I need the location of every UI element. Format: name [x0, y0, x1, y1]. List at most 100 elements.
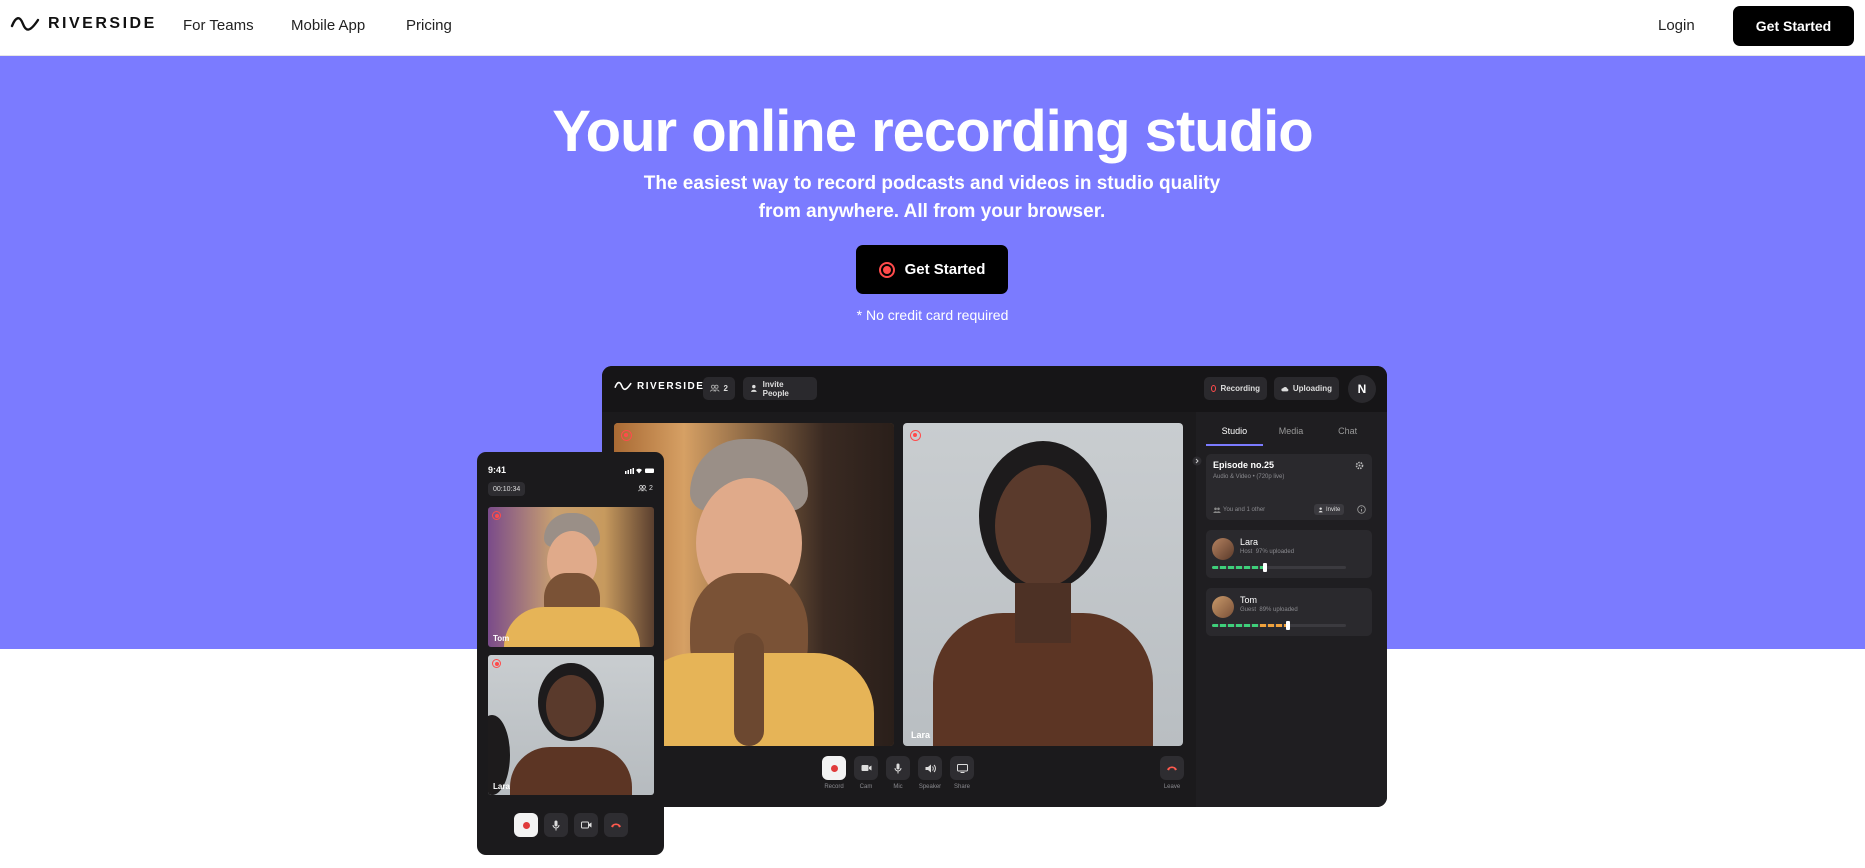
tab-studio[interactable]: Studio [1206, 426, 1263, 446]
uploading-status-chip: Uploading [1274, 377, 1339, 400]
phone-camera-button[interactable] [574, 813, 598, 837]
tile-recording-icon [621, 430, 632, 441]
participant-status: Host 97% uploaded [1240, 549, 1294, 555]
video-tile-lara: Lara [903, 423, 1183, 746]
invite-people-label: Invite People [762, 379, 789, 398]
braid-shape [734, 633, 764, 746]
people-icon [1213, 507, 1221, 513]
participant-card-tom: Tom Guest 89% uploaded [1206, 588, 1372, 636]
app-top-bar: RIVERSIDE 2 Invite People Recording Uplo… [602, 366, 1387, 412]
speaker-icon [925, 764, 936, 772]
gear-icon[interactable] [1355, 461, 1364, 470]
microphone-icon [894, 763, 902, 773]
brand-logo[interactable]: RIVERSIDE [10, 14, 157, 34]
participant-role: Guest [1240, 607, 1257, 613]
tab-media[interactable]: Media [1263, 426, 1320, 446]
page: RIVERSIDE For Teams Mobile App Pricing L… [0, 0, 1865, 868]
tab-chat[interactable]: Chat [1319, 426, 1376, 446]
camera-icon [580, 821, 591, 829]
nav-get-started-button[interactable]: Get Started [1733, 6, 1854, 46]
studio-sidebar: Studio Media Chat Episode no.25 Audio & … [1192, 412, 1387, 807]
record-dot-icon [878, 261, 895, 278]
microphone-icon [552, 820, 560, 830]
nav-link-for-teams[interactable]: For Teams [183, 17, 254, 34]
record-icon [522, 821, 530, 829]
participants-text: You and 1 other [1223, 507, 1266, 513]
shirt-shape [504, 607, 640, 647]
info-icon[interactable] [1357, 505, 1366, 514]
phone-participants[interactable]: 2 [638, 485, 653, 492]
studio-app-preview: RIVERSIDE 2 Invite People Recording Uplo… [602, 366, 1387, 807]
phone-video-tile-tom: Tom [488, 507, 654, 647]
riverside-wave-icon [614, 381, 632, 391]
participants-chip[interactable]: 2 [703, 377, 735, 400]
cloud-upload-icon [1281, 386, 1289, 391]
share-button[interactable] [950, 756, 974, 780]
participant-card-lara: Lara Host 97% uploaded [1206, 530, 1372, 578]
volume-slider-handle[interactable] [1286, 621, 1290, 630]
top-nav: RIVERSIDE For Teams Mobile App Pricing L… [0, 0, 1865, 56]
audio-level-meter [1212, 624, 1346, 627]
phone-tile-name-lara: Lara [493, 782, 510, 791]
phone-record-button[interactable] [514, 813, 538, 837]
uploading-label: Uploading [1292, 384, 1332, 393]
face-shape [995, 465, 1091, 587]
nav-link-pricing[interactable]: Pricing [406, 17, 452, 34]
sidebar-tabs: Studio Media Chat [1206, 426, 1376, 446]
screen-share-icon [956, 763, 968, 773]
app-brand-name: RIVERSIDE [637, 380, 705, 392]
camera-button[interactable] [854, 756, 878, 780]
hero-cta-label: Get Started [904, 261, 986, 278]
participant-upload: 89% uploaded [1259, 607, 1298, 613]
neck-shape [1015, 583, 1071, 643]
participant-name: Tom [1240, 595, 1258, 605]
audio-level-fill [1212, 624, 1260, 627]
recording-dot-icon [1211, 385, 1217, 392]
leave-label: Leave [1163, 784, 1181, 790]
leave-button[interactable] [1160, 756, 1184, 780]
episode-subtitle: Audio & Video • (720p live) [1213, 474, 1285, 480]
tile-recording-icon [910, 430, 921, 441]
invite-people-button[interactable]: Invite People [743, 377, 817, 400]
sidebar-invite-label: Invite [1326, 506, 1341, 513]
record-button[interactable] [822, 756, 846, 780]
mic-button[interactable] [886, 756, 910, 780]
brand-name: RIVERSIDE [48, 15, 157, 32]
add-person-icon [1318, 506, 1323, 512]
people-icon [710, 384, 720, 392]
hero-subtitle: The easiest way to record podcasts and v… [632, 170, 1232, 226]
phone-mic-button[interactable] [544, 813, 568, 837]
hero-get-started-button[interactable]: Get Started [856, 245, 1008, 294]
hang-up-icon [1167, 766, 1177, 771]
collapse-sidebar-icon[interactable] [1192, 456, 1202, 466]
tile-name-lara: Lara [911, 730, 931, 740]
no-credit-card-note: * No credit card required [856, 307, 1009, 323]
phone-leave-button[interactable] [604, 813, 628, 837]
people-icon [638, 485, 647, 492]
speaker-button[interactable] [918, 756, 942, 780]
recording-label: Recording [1220, 384, 1260, 393]
participant-status: Guest 89% uploaded [1240, 607, 1298, 613]
avatar [1212, 538, 1234, 560]
hero-title: Your online recording studio [552, 99, 1313, 164]
phone-clock: 9:41 [488, 465, 507, 475]
participant-upload: 97% uploaded [1255, 549, 1295, 555]
status-bar-icons [625, 468, 654, 474]
volume-slider-handle[interactable] [1263, 563, 1267, 572]
hero-subtitle-line-2: from anywhere. All from your browser. [758, 201, 1106, 222]
episode-title: Episode no.25 [1213, 460, 1275, 470]
recording-timer: 00:10:34 [488, 482, 526, 496]
add-person-icon [750, 384, 757, 392]
sidebar-invite-button[interactable]: Invite [1314, 504, 1345, 515]
hang-up-icon [611, 823, 621, 828]
participant-name: Lara [1240, 537, 1259, 547]
user-avatar[interactable]: N [1348, 375, 1376, 403]
call-control-bar: Record Cam Mic Speaker Share Leave [602, 756, 1192, 802]
login-link[interactable]: Login [1658, 17, 1695, 34]
episode-card: Episode no.25 Audio & Video • (720p live… [1206, 454, 1372, 520]
jacket-shape [510, 747, 632, 795]
phone-participant-count: 2 [649, 485, 653, 492]
nav-link-mobile-app[interactable]: Mobile App [291, 17, 365, 34]
phone-tile-name-tom: Tom [493, 634, 510, 643]
camera-icon [861, 765, 871, 771]
